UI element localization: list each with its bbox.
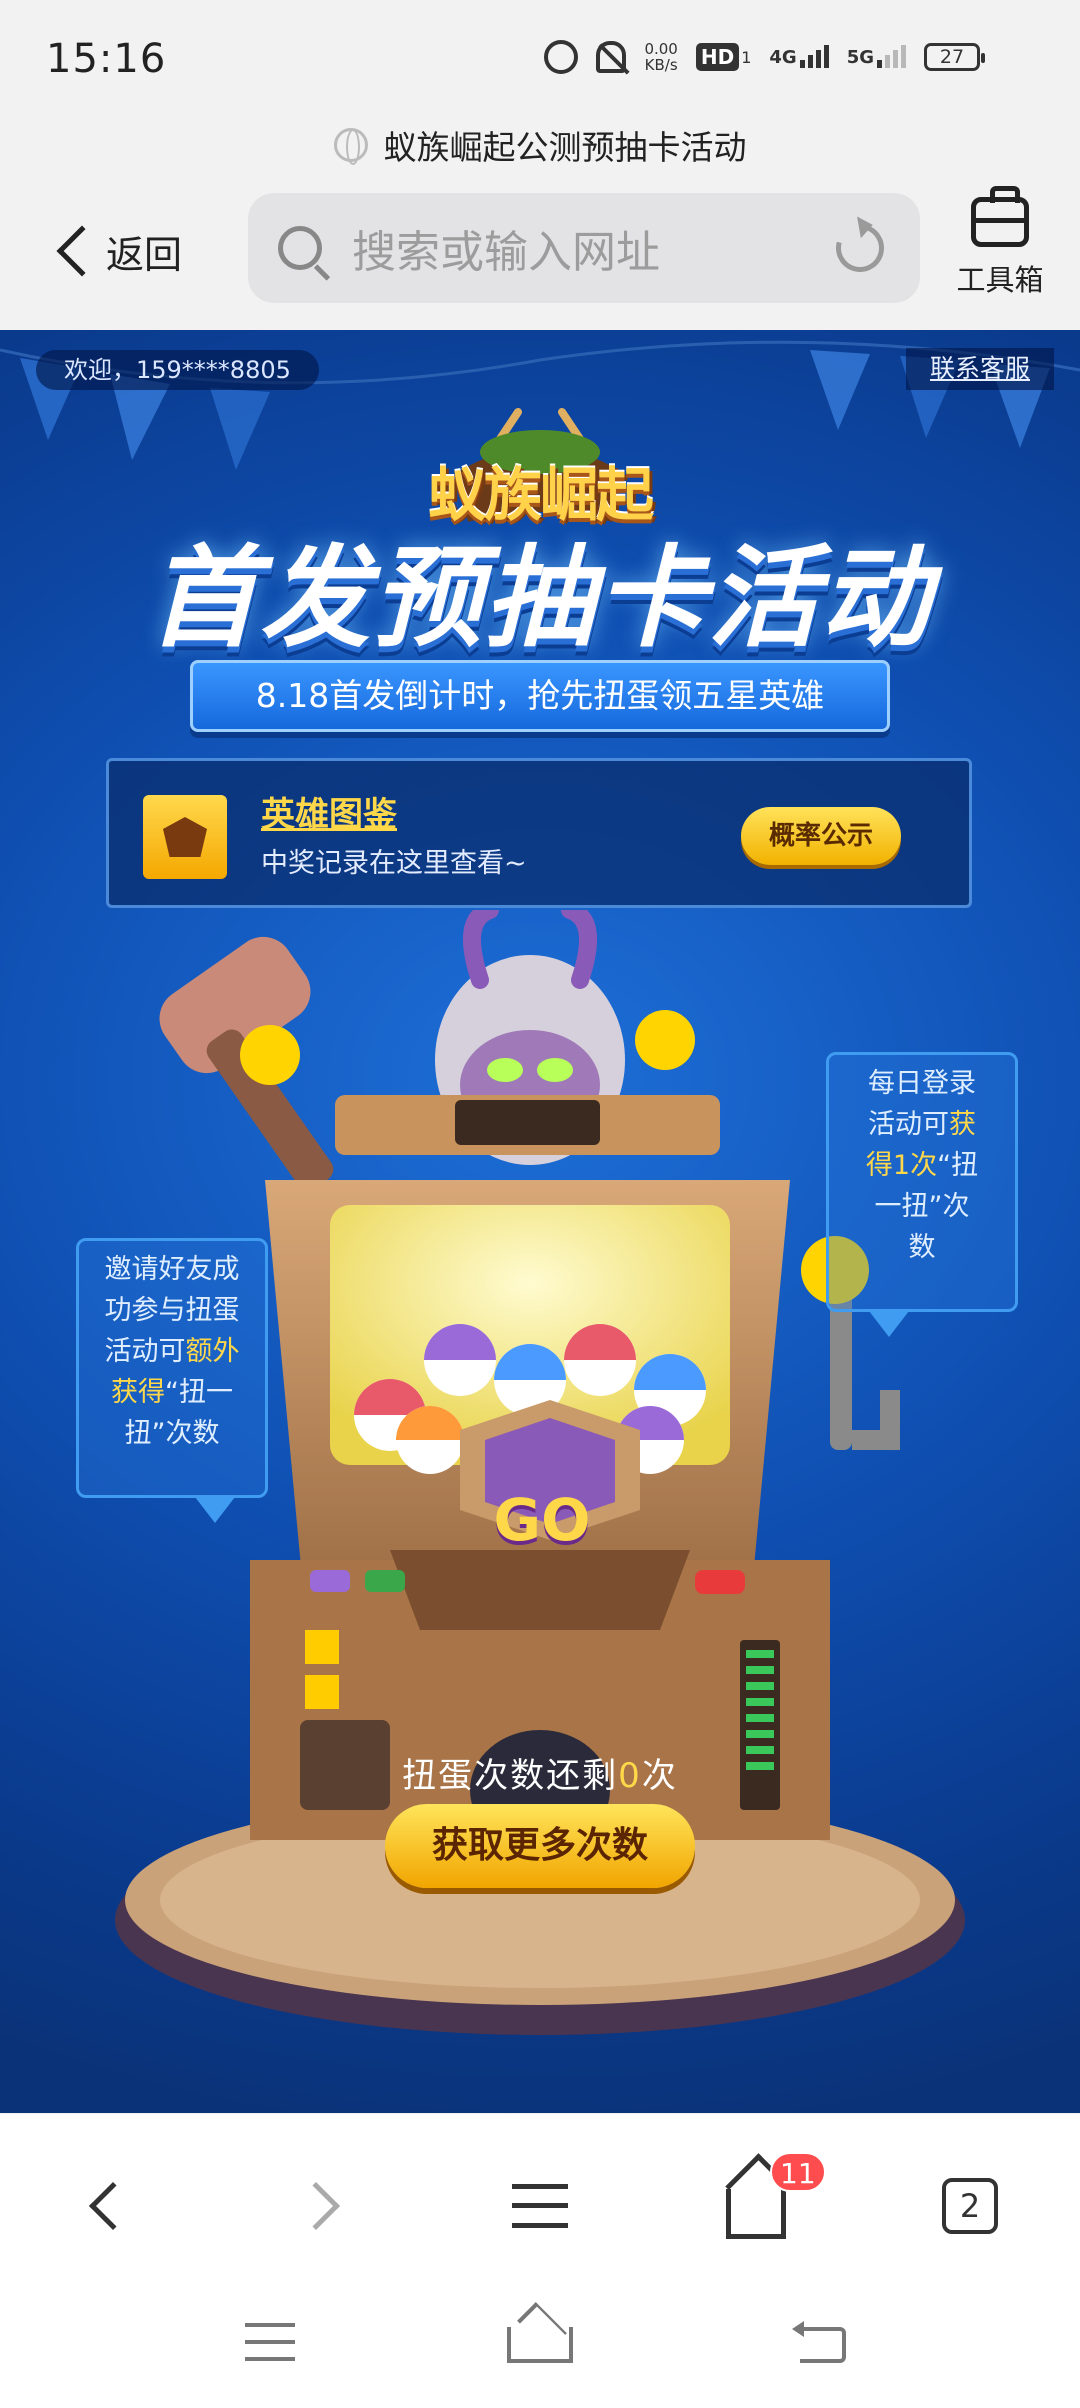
- search-icon: [278, 226, 322, 270]
- tip-line: 活动可: [104, 1336, 186, 1367]
- chevron-left-icon: [88, 2181, 138, 2231]
- hd-sub: 1: [741, 47, 752, 67]
- tip-highlight: 额外: [185, 1336, 240, 1367]
- signal-5g-icon: 5G: [846, 44, 906, 68]
- event-headline: 首发预抽卡活动: [148, 534, 932, 662]
- refresh-icon[interactable]: [827, 215, 893, 281]
- globe-icon: [333, 128, 368, 165]
- hd-icon: HD 1: [695, 43, 752, 71]
- tip-line: 邀请好友成: [104, 1254, 240, 1285]
- hero-gallery-subtitle: 中奖记录在这里查看~: [261, 848, 527, 879]
- back-button[interactable]: 返回: [52, 215, 182, 287]
- tip-line: “扭一: [165, 1377, 233, 1408]
- hero-gallery-panel: 英雄图鉴 中奖记录在这里查看~ 概率公示: [106, 758, 972, 908]
- back-label: 返回: [106, 232, 183, 277]
- home-icon: [726, 2189, 786, 2239]
- signal-4g-icon: 4G: [769, 44, 829, 68]
- countdown-ribbon: 8.18首发倒计时，抢先扭蛋领五星英雄: [190, 660, 890, 732]
- contact-service-link[interactable]: 联系客服: [905, 348, 1054, 390]
- tip-line: “扭: [937, 1150, 979, 1181]
- tip-line: 扭”次数: [124, 1418, 220, 1449]
- home-notification-badge: 11: [770, 2152, 826, 2192]
- net-5g-label: 5G: [846, 46, 874, 68]
- status-time: 15:16: [46, 36, 167, 82]
- net-speed-unit: KB/s: [644, 56, 678, 74]
- nav-tabs-button[interactable]: 2: [930, 2166, 1010, 2246]
- tip-line: 功参与扭蛋: [104, 1295, 240, 1326]
- nav-menu-button[interactable]: [500, 2166, 580, 2246]
- recent-apps-icon[interactable]: [245, 2323, 295, 2361]
- tip-highlight: 获: [949, 1109, 976, 1140]
- invite-friend-tip: 邀请好友成 功参与扭蛋 活动可额外 获得“扭一 扭”次数: [76, 1238, 268, 1523]
- alarm-icon: [544, 40, 579, 74]
- remaining-suffix: 次: [641, 1756, 678, 1796]
- page-title: 蚁族崛起公测预抽卡活动: [383, 128, 747, 167]
- address-bar: 返回 搜索或输入网址 工具箱: [0, 175, 1080, 330]
- system-home-icon[interactable]: [507, 2327, 573, 2363]
- search-placeholder: 搜索或输入网址: [352, 227, 660, 278]
- battery-icon: 27: [924, 43, 985, 71]
- probability-button[interactable]: 概率公示: [741, 807, 901, 865]
- net-4g-label: 4G: [769, 46, 797, 68]
- tip-highlight: 得1次: [865, 1150, 938, 1181]
- tip-line: 数: [908, 1232, 936, 1263]
- status-icons: 0.00 KB/s HD 1 4G 5G 27: [544, 40, 985, 74]
- hero-gallery-link[interactable]: 英雄图鉴: [261, 787, 397, 836]
- menu-icon: [512, 2184, 568, 2228]
- bell-off-icon: [596, 41, 627, 73]
- hd-label: HD: [695, 43, 740, 71]
- tip-line: 一扭”次: [874, 1191, 970, 1222]
- tip-line: 每日登录: [868, 1068, 976, 1099]
- chevron-left-icon: [56, 225, 108, 277]
- daily-login-tip: 每日登录 活动可获 得1次“扭 一扭”次 数: [826, 1052, 1018, 1337]
- net-speed-value: 0.00: [644, 40, 678, 58]
- toolbox-icon: [971, 186, 1029, 247]
- go-button[interactable]: GO: [462, 1460, 622, 1580]
- welcome-text: 欢迎，159****8805: [36, 350, 319, 390]
- nav-back-button[interactable]: [66, 2166, 146, 2246]
- search-input[interactable]: 搜索或输入网址: [248, 193, 920, 303]
- toolbox-button[interactable]: 工具箱: [940, 186, 1060, 299]
- system-nav-bar: [0, 2283, 1080, 2408]
- tip-highlight: 获得: [111, 1377, 165, 1408]
- page-title-bar: 蚁族崛起公测预抽卡活动: [0, 115, 1080, 175]
- status-bar: 15:16 0.00 KB/s HD 1 4G 5G 27: [0, 0, 1080, 115]
- remaining-spins-text: 扭蛋次数还剩0次: [0, 1748, 1080, 1797]
- ant-crest-icon: [143, 795, 227, 879]
- nav-forward-button[interactable]: [283, 2166, 363, 2246]
- net-speed: 0.00 KB/s: [644, 41, 677, 73]
- system-back-icon[interactable]: [792, 2321, 846, 2363]
- toolbox-label: 工具箱: [956, 263, 1044, 297]
- web-content: 欢迎，159****8805 联系客服 蚁族崛起 首发预抽卡活动 8.18首发倒…: [0, 330, 1080, 2113]
- tip-line: 活动可: [868, 1109, 949, 1140]
- get-more-spins-button[interactable]: 获取更多次数: [385, 1804, 695, 1888]
- remaining-prefix: 扭蛋次数还剩: [402, 1756, 619, 1796]
- tabs-icon: 2: [942, 2178, 998, 2234]
- chevron-right-icon: [291, 2181, 341, 2231]
- browser-bottom-nav: 11 2: [0, 2113, 1080, 2283]
- remaining-count: 0: [618, 1756, 642, 1796]
